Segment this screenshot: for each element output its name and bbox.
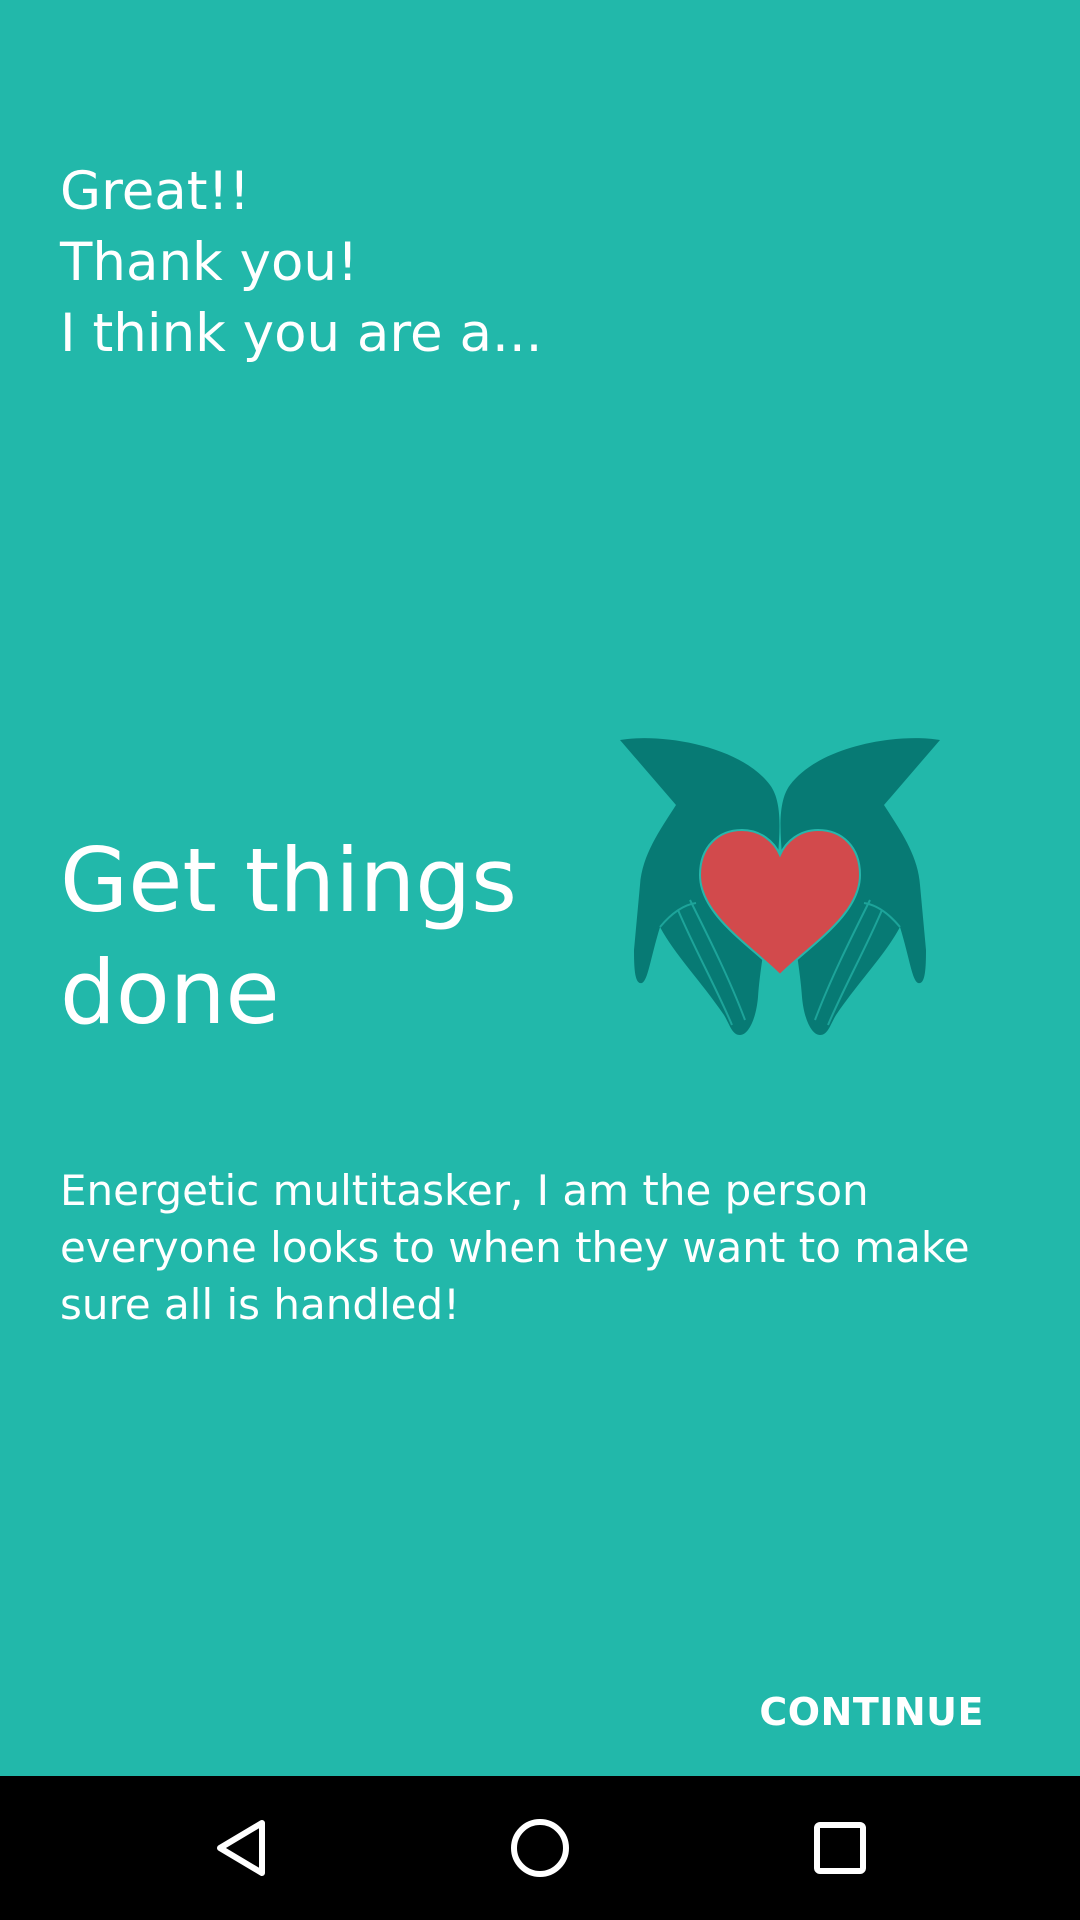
result-page: Great!! Thank you! I think you are a... … — [0, 0, 1080, 1776]
intro-text: Great!! Thank you! I think you are a... — [60, 156, 960, 369]
intro-line: Thank you! — [60, 232, 359, 293]
result-description: Energetic multitasker, I am the person e… — [60, 1166, 970, 1329]
result-title-line: Get things — [60, 829, 518, 932]
recents-square-icon[interactable] — [790, 1798, 890, 1898]
result-title-line: done — [60, 941, 280, 1044]
result-title: Get things done — [60, 825, 580, 1049]
system-navigation-bar — [0, 1776, 1080, 1920]
screen: Great!! Thank you! I think you are a... … — [0, 0, 1080, 1920]
home-circle-icon[interactable] — [490, 1798, 590, 1898]
intro-line: I think you are a... — [60, 303, 543, 364]
intro-line: Great!! — [60, 161, 251, 222]
continue-button[interactable]: CONTINUE — [759, 1690, 984, 1734]
hands-holding-heart-icon — [620, 735, 940, 1040]
back-triangle-icon[interactable] — [190, 1798, 290, 1898]
